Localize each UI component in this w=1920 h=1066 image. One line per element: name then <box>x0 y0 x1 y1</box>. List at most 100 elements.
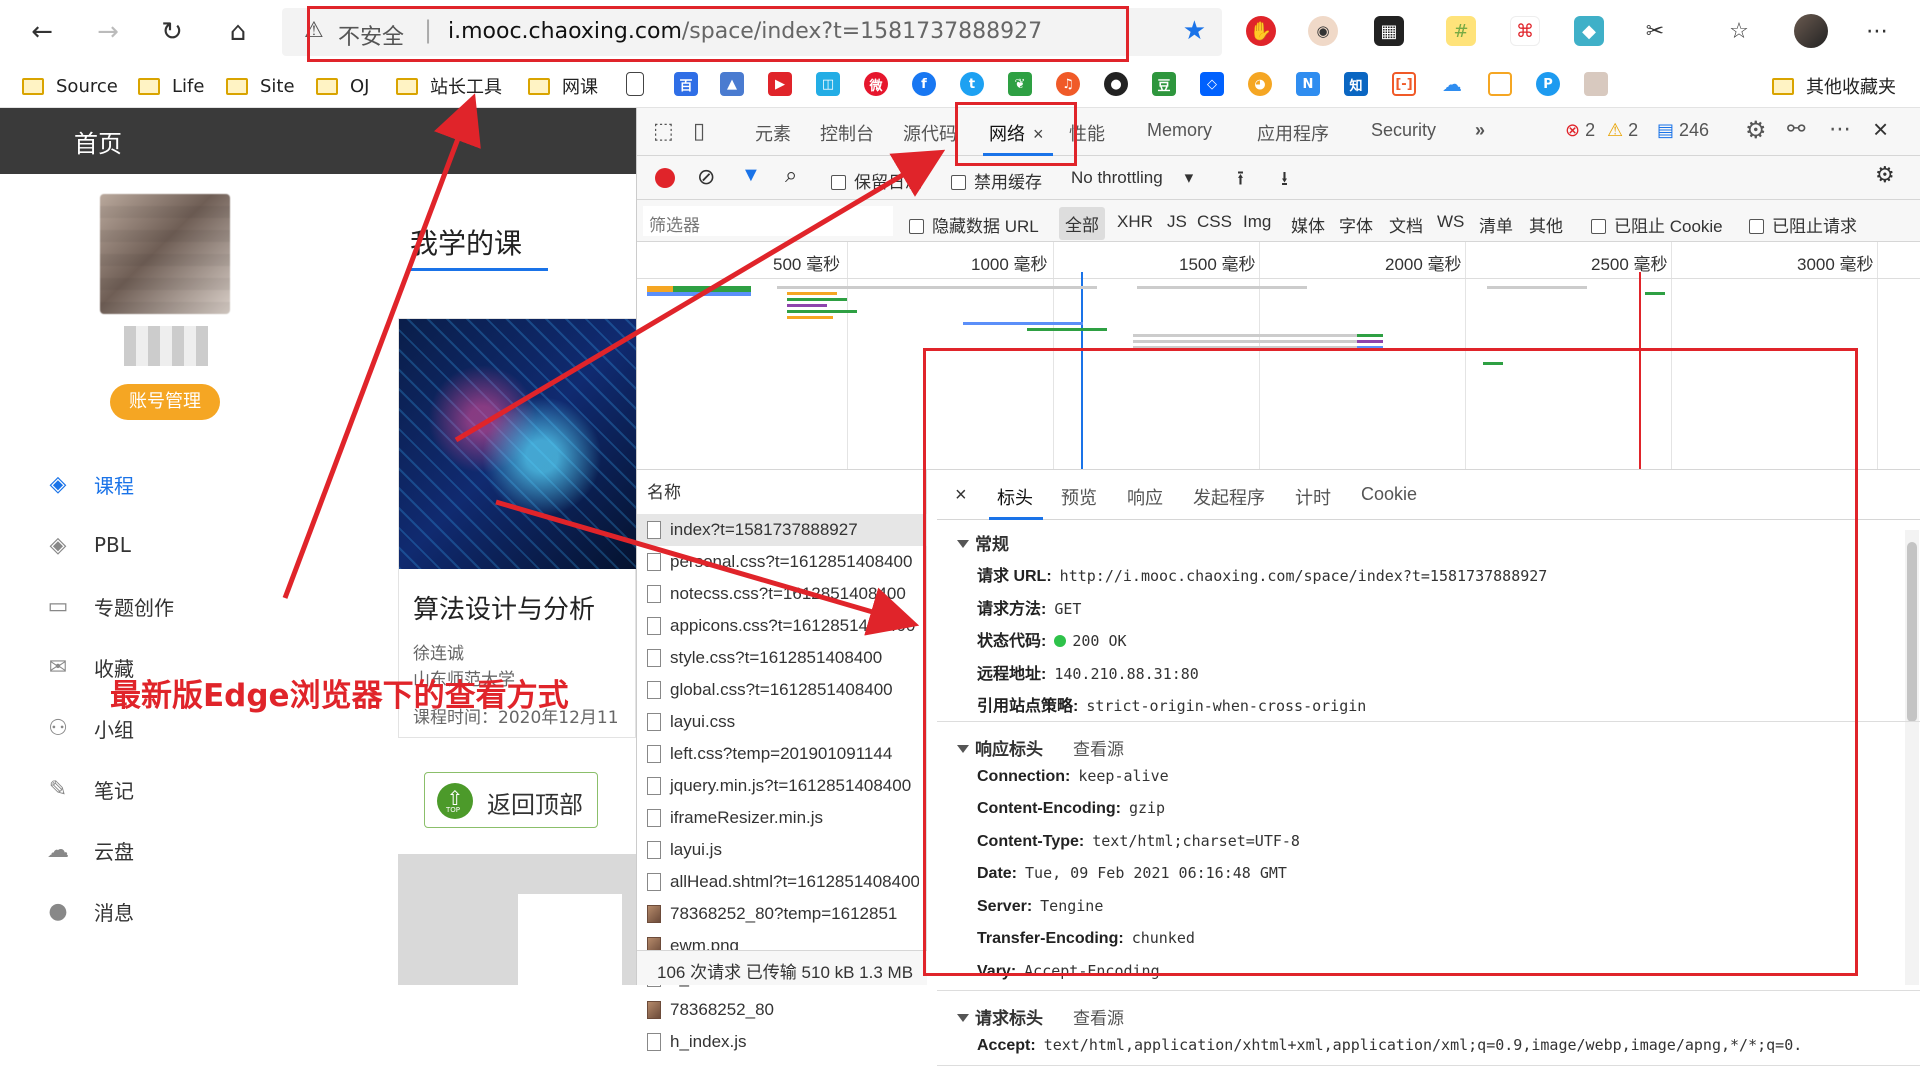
menu-notes[interactable]: ✎ 笔记 <box>44 769 134 809</box>
back-to-top-button[interactable]: ⇧ TOP 返回顶部 <box>424 772 598 828</box>
zhihu-icon[interactable]: 知 <box>1344 72 1368 96</box>
bilibili-icon[interactable]: ◫ <box>816 72 840 96</box>
request-row[interactable]: personal.css?t=1612851408400 <box>647 546 919 578</box>
menu-topic[interactable]: ▭ 专题创作 <box>44 586 174 626</box>
p-icon[interactable]: P <box>1536 72 1560 96</box>
back-button[interactable]: ← <box>22 12 62 52</box>
hide-data-url-checkbox[interactable]: 隐藏数据 URL <box>909 212 1039 237</box>
inspect-icon[interactable]: ⬚ <box>653 118 674 144</box>
bookmark-online-class[interactable]: 网课 <box>528 70 598 102</box>
type-css[interactable]: CSS <box>1197 212 1232 232</box>
blocked-cookie-checkbox[interactable]: 已阻止 Cookie <box>1591 212 1723 237</box>
network-settings-icon[interactable]: ⚙ <box>1875 162 1895 188</box>
request-row[interactable]: allHead.shtml?t=1612851408400 <box>647 866 919 898</box>
github-icon[interactable]: ● <box>1104 72 1128 96</box>
other-bookmarks[interactable]: 其他收藏夹 <box>1772 70 1896 102</box>
shield-extension-icon[interactable]: ◆ <box>1574 16 1604 46</box>
header-value[interactable]: text/html,application/xhtml+xml,applicat… <box>1044 1036 1803 1054</box>
twitter-icon[interactable]: t <box>960 72 984 96</box>
request-row[interactable]: left.css?temp=201901091144 <box>647 738 919 770</box>
tab-memory[interactable]: Memory <box>1147 120 1212 141</box>
bookmark-source[interactable]: Source <box>22 70 118 102</box>
dropbox-icon[interactable]: ◇ <box>1200 72 1224 96</box>
error-counter[interactable]: ⊗ 2 <box>1565 120 1595 141</box>
fox-icon[interactable]: ◕ <box>1248 72 1272 96</box>
more-options-icon[interactable]: ⋯ <box>1829 116 1851 142</box>
settings-gear-icon[interactable]: ⚙ <box>1745 116 1767 145</box>
view-source-link[interactable]: 查看源 <box>1073 1009 1124 1028</box>
avatar-extension-icon[interactable]: ◉ <box>1308 16 1338 46</box>
page-title[interactable]: 首页 <box>74 124 122 159</box>
request-row[interactable]: 78368252_80 <box>647 994 919 1026</box>
tab-sources[interactable]: 源代码 <box>903 120 957 146</box>
tab-console[interactable]: 控制台 <box>820 120 874 146</box>
type-ws[interactable]: WS <box>1437 212 1464 232</box>
type-img[interactable]: Img <box>1243 212 1271 232</box>
request-row[interactable]: style.css?t=1612851408400 <box>647 642 919 674</box>
warning-counter[interactable]: ⚠ 2 <box>1607 120 1638 141</box>
type-all[interactable]: 全部 <box>1059 207 1105 240</box>
douban-icon[interactable]: 豆 <box>1152 72 1176 96</box>
customize-icon[interactable]: ⚯ <box>1787 116 1805 142</box>
profile-avatar[interactable] <box>1794 14 1828 48</box>
request-row[interactable]: iframeResizer.min.js <box>647 802 919 834</box>
type-other[interactable]: 其他 <box>1529 212 1563 237</box>
anime-avatar-icon[interactable] <box>1584 72 1608 96</box>
user-avatar[interactable] <box>100 194 230 314</box>
headphone-icon[interactable]: ♫ <box>1056 72 1080 96</box>
type-js[interactable]: JS <box>1167 212 1187 232</box>
request-row[interactable]: 78368252_80?temp=1612851 <box>647 898 919 930</box>
request-row[interactable]: global.css?t=1612851408400 <box>647 674 919 706</box>
more-tabs-icon[interactable]: » <box>1475 120 1485 141</box>
import-har-icon[interactable]: ⭱ <box>1237 164 1244 198</box>
type-manifest[interactable]: 清单 <box>1479 212 1513 237</box>
favorites-icon[interactable]: ☆ <box>1724 16 1754 46</box>
bracket-icon[interactable]: [-] <box>1392 72 1416 96</box>
message-counter[interactable]: ▤ 246 <box>1657 120 1709 141</box>
export-har-icon[interactable]: ⭳ <box>1281 164 1288 198</box>
request-row[interactable]: jquery.min.js?t=1612851408400 <box>647 770 919 802</box>
n-icon[interactable]: N <box>1296 72 1320 96</box>
blocked-requests-checkbox[interactable]: 已阻止请求 <box>1749 212 1857 237</box>
name-column-header[interactable]: 名称 <box>647 478 681 503</box>
cloud-icon[interactable]: ☁ <box>1440 72 1464 96</box>
youtube-icon[interactable]: ▶ <box>768 72 792 96</box>
adblock-extension-icon[interactable]: ✋ <box>1246 16 1276 46</box>
close-devtools-icon[interactable]: × <box>1873 114 1888 145</box>
forward-button[interactable]: → <box>88 12 128 52</box>
baidu-icon[interactable]: 百 <box>674 72 698 96</box>
request-row[interactable]: appicons.css?t=1612851408400 <box>647 610 919 642</box>
square-icon[interactable] <box>1488 72 1512 96</box>
scrollbar-thumb[interactable] <box>1907 542 1917 722</box>
menu-course[interactable]: ◈ 课程 <box>44 464 134 504</box>
tab-application[interactable]: 应用程序 <box>1257 120 1329 146</box>
disable-cache-checkbox[interactable]: 禁用缓存 <box>951 168 1042 193</box>
favorite-star-icon[interactable]: ★ <box>1183 16 1206 46</box>
tab-security[interactable]: Security <box>1371 120 1436 141</box>
type-font[interactable]: 字体 <box>1339 212 1373 237</box>
notes-extension-icon[interactable]: ▦ <box>1374 16 1404 46</box>
weibo-icon[interactable]: 微 <box>864 72 888 96</box>
request-row[interactable]: notecss.css?t=1612851408400 <box>647 578 919 610</box>
rocket-icon[interactable]: ▲ <box>720 72 744 96</box>
bookmark-oj[interactable]: OJ <box>316 70 369 102</box>
type-media[interactable]: 媒体 <box>1291 212 1325 237</box>
facebook-icon[interactable]: f <box>912 72 936 96</box>
preserve-log-checkbox[interactable]: 保留日志 <box>831 168 922 193</box>
filter-icon[interactable]: ▼ <box>741 164 761 187</box>
request-row[interactable]: index?t=1581737888927 <box>647 514 919 546</box>
bookmark-site[interactable]: Site <box>226 70 295 102</box>
hash-extension-icon[interactable]: # <box>1446 16 1476 46</box>
home-button[interactable]: ⌂ <box>218 12 258 52</box>
throttling-select[interactable]: No throttling ▾ <box>1071 168 1193 188</box>
detail-scrollbar[interactable] <box>1905 530 1919 985</box>
page-icon[interactable] <box>626 72 644 96</box>
bookmark-life[interactable]: Life <box>138 70 204 102</box>
leaf-icon[interactable]: ❦ <box>1008 72 1032 96</box>
bookmark-webmaster[interactable]: 站长工具 <box>396 70 502 102</box>
request-row[interactable]: layui.css <box>647 706 919 738</box>
menu-cloud[interactable]: ☁ 云盘 <box>44 830 134 870</box>
menu-messages[interactable]: ● 消息 <box>44 891 134 931</box>
tree-extension-icon[interactable]: ⌘ <box>1510 16 1540 46</box>
type-doc[interactable]: 文档 <box>1389 212 1423 237</box>
